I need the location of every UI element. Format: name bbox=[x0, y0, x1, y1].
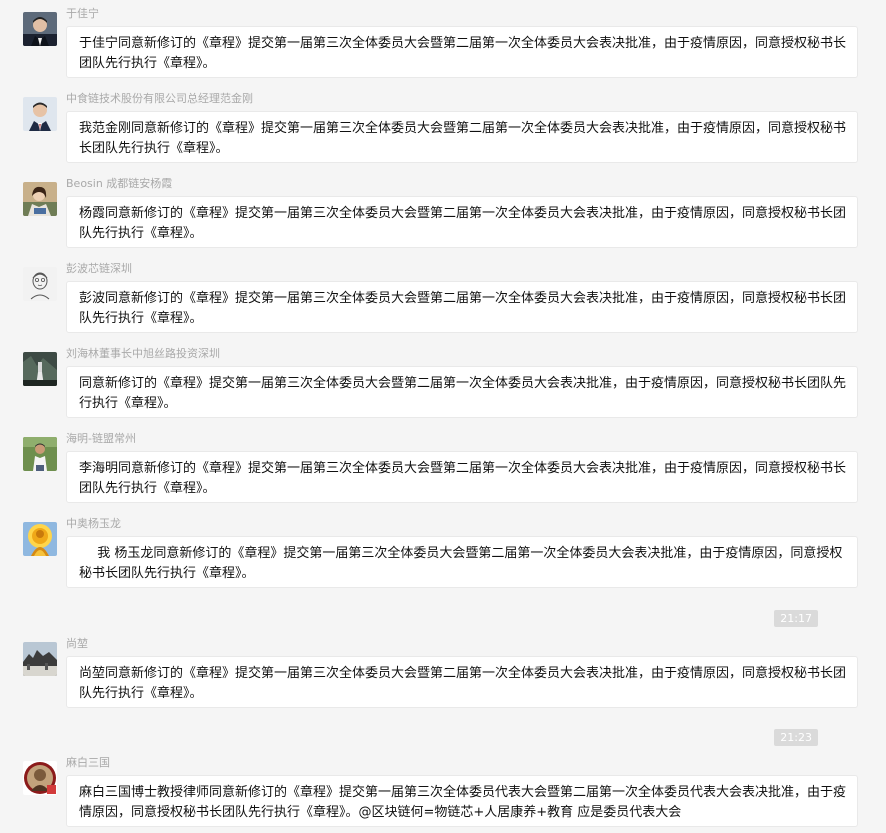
sender-name: 尚堃 bbox=[66, 637, 88, 650]
message-bubble[interactable]: 李海明同意新修订的《章程》提交第一届第三次全体委员大会暨第二届第一次全体委员大会… bbox=[66, 451, 858, 503]
avatar[interactable] bbox=[23, 352, 57, 386]
avatar[interactable] bbox=[23, 97, 57, 131]
avatar-yangyulong-icon bbox=[23, 522, 57, 556]
sender-name: Beosin 成都链安杨霞 bbox=[66, 177, 173, 190]
sender-name: 刘海林董事长中旭丝路投资深圳 bbox=[66, 347, 220, 360]
avatar[interactable] bbox=[23, 12, 57, 46]
message-bubble[interactable]: 于佳宁同意新修订的《章程》提交第一届第三次全体委员大会暨第二届第一次全体委员大会… bbox=[66, 26, 858, 78]
message-bubble[interactable]: 杨霞同意新修订的《章程》提交第一届第三次全体委员大会暨第二届第一次全体委员大会表… bbox=[66, 196, 858, 248]
message-bubble[interactable]: 彭波同意新修订的《章程》提交第一届第三次全体委员大会暨第二届第一次全体委员大会表… bbox=[66, 281, 858, 333]
message-text: 我 杨玉龙同意新修订的《章程》提交第一届第三次全体委员大会暨第二届第一次全体委员… bbox=[79, 546, 843, 581]
message-bubble[interactable]: 尚堃同意新修订的《章程》提交第一届第三次全体委员大会暨第二届第一次全体委员大会表… bbox=[66, 656, 858, 708]
avatar-yangxia-icon bbox=[23, 182, 57, 216]
avatar[interactable] bbox=[23, 182, 57, 216]
avatar-shangkun-icon bbox=[23, 642, 57, 676]
message-bubble[interactable]: 我 杨玉龙同意新修订的《章程》提交第一届第三次全体委员大会暨第二届第一次全体委员… bbox=[66, 536, 858, 588]
avatar-liuhailin-icon bbox=[23, 352, 57, 386]
avatar[interactable] bbox=[23, 437, 57, 471]
chat-history[interactable]: 于佳宁 于佳宁同意新修订的《章程》提交第一届第三次全体委员大会暨第二届第一次全体… bbox=[0, 0, 886, 833]
avatar[interactable] bbox=[23, 522, 57, 556]
sender-name: 中奥杨玉龙 bbox=[66, 517, 121, 530]
timestamp-divider: 21:23 bbox=[774, 729, 818, 746]
sender-name: 于佳宁 bbox=[66, 7, 99, 20]
avatar-yujianing-icon bbox=[23, 12, 57, 46]
timestamp-divider: 21:17 bbox=[774, 610, 818, 627]
message-text: 麻白三国博士教授律师同意新修订的《章程》提交第一届第三次全体委员代表大会暨第二届… bbox=[79, 785, 847, 820]
sender-name: 彭波芯链深圳 bbox=[66, 262, 132, 275]
message-text: 彭波同意新修订的《章程》提交第一届第三次全体委员大会暨第二届第一次全体委员大会表… bbox=[79, 291, 847, 326]
avatar-pengbo-icon bbox=[23, 267, 57, 301]
avatar-fanjingang-icon bbox=[23, 97, 57, 131]
sender-name: 麻白三国 bbox=[66, 756, 110, 769]
message-text: 李海明同意新修订的《章程》提交第一届第三次全体委员大会暨第二届第一次全体委员大会… bbox=[79, 461, 847, 496]
avatar[interactable] bbox=[23, 761, 57, 795]
sender-name: 海明-链盟常州 bbox=[66, 432, 136, 445]
message-bubble[interactable]: 同意新修订的《章程》提交第一届第三次全体委员大会暨第二届第一次全体委员大会表决批… bbox=[66, 366, 858, 418]
sender-name: 中食链技术股份有限公司总经理范金刚 bbox=[66, 92, 253, 105]
avatar[interactable] bbox=[23, 642, 57, 676]
avatar-haiming-icon bbox=[23, 437, 57, 471]
message-text: 杨霞同意新修订的《章程》提交第一届第三次全体委员大会暨第二届第一次全体委员大会表… bbox=[79, 206, 847, 241]
message-text: 尚堃同意新修订的《章程》提交第一届第三次全体委员大会暨第二届第一次全体委员大会表… bbox=[79, 666, 847, 701]
avatar-mabaisanguo-icon bbox=[23, 761, 57, 795]
message-bubble[interactable]: 麻白三国博士教授律师同意新修订的《章程》提交第一届第三次全体委员代表大会暨第二届… bbox=[66, 775, 858, 827]
message-bubble[interactable]: 我范金刚同意新修订的《章程》提交第一届第三次全体委员大会暨第二届第一次全体委员大… bbox=[66, 111, 858, 163]
message-text: 于佳宁同意新修订的《章程》提交第一届第三次全体委员大会暨第二届第一次全体委员大会… bbox=[79, 36, 847, 71]
message-text: 同意新修订的《章程》提交第一届第三次全体委员大会暨第二届第一次全体委员大会表决批… bbox=[79, 376, 847, 411]
avatar[interactable] bbox=[23, 267, 57, 301]
message-text: 我范金刚同意新修订的《章程》提交第一届第三次全体委员大会暨第二届第一次全体委员大… bbox=[79, 121, 847, 156]
